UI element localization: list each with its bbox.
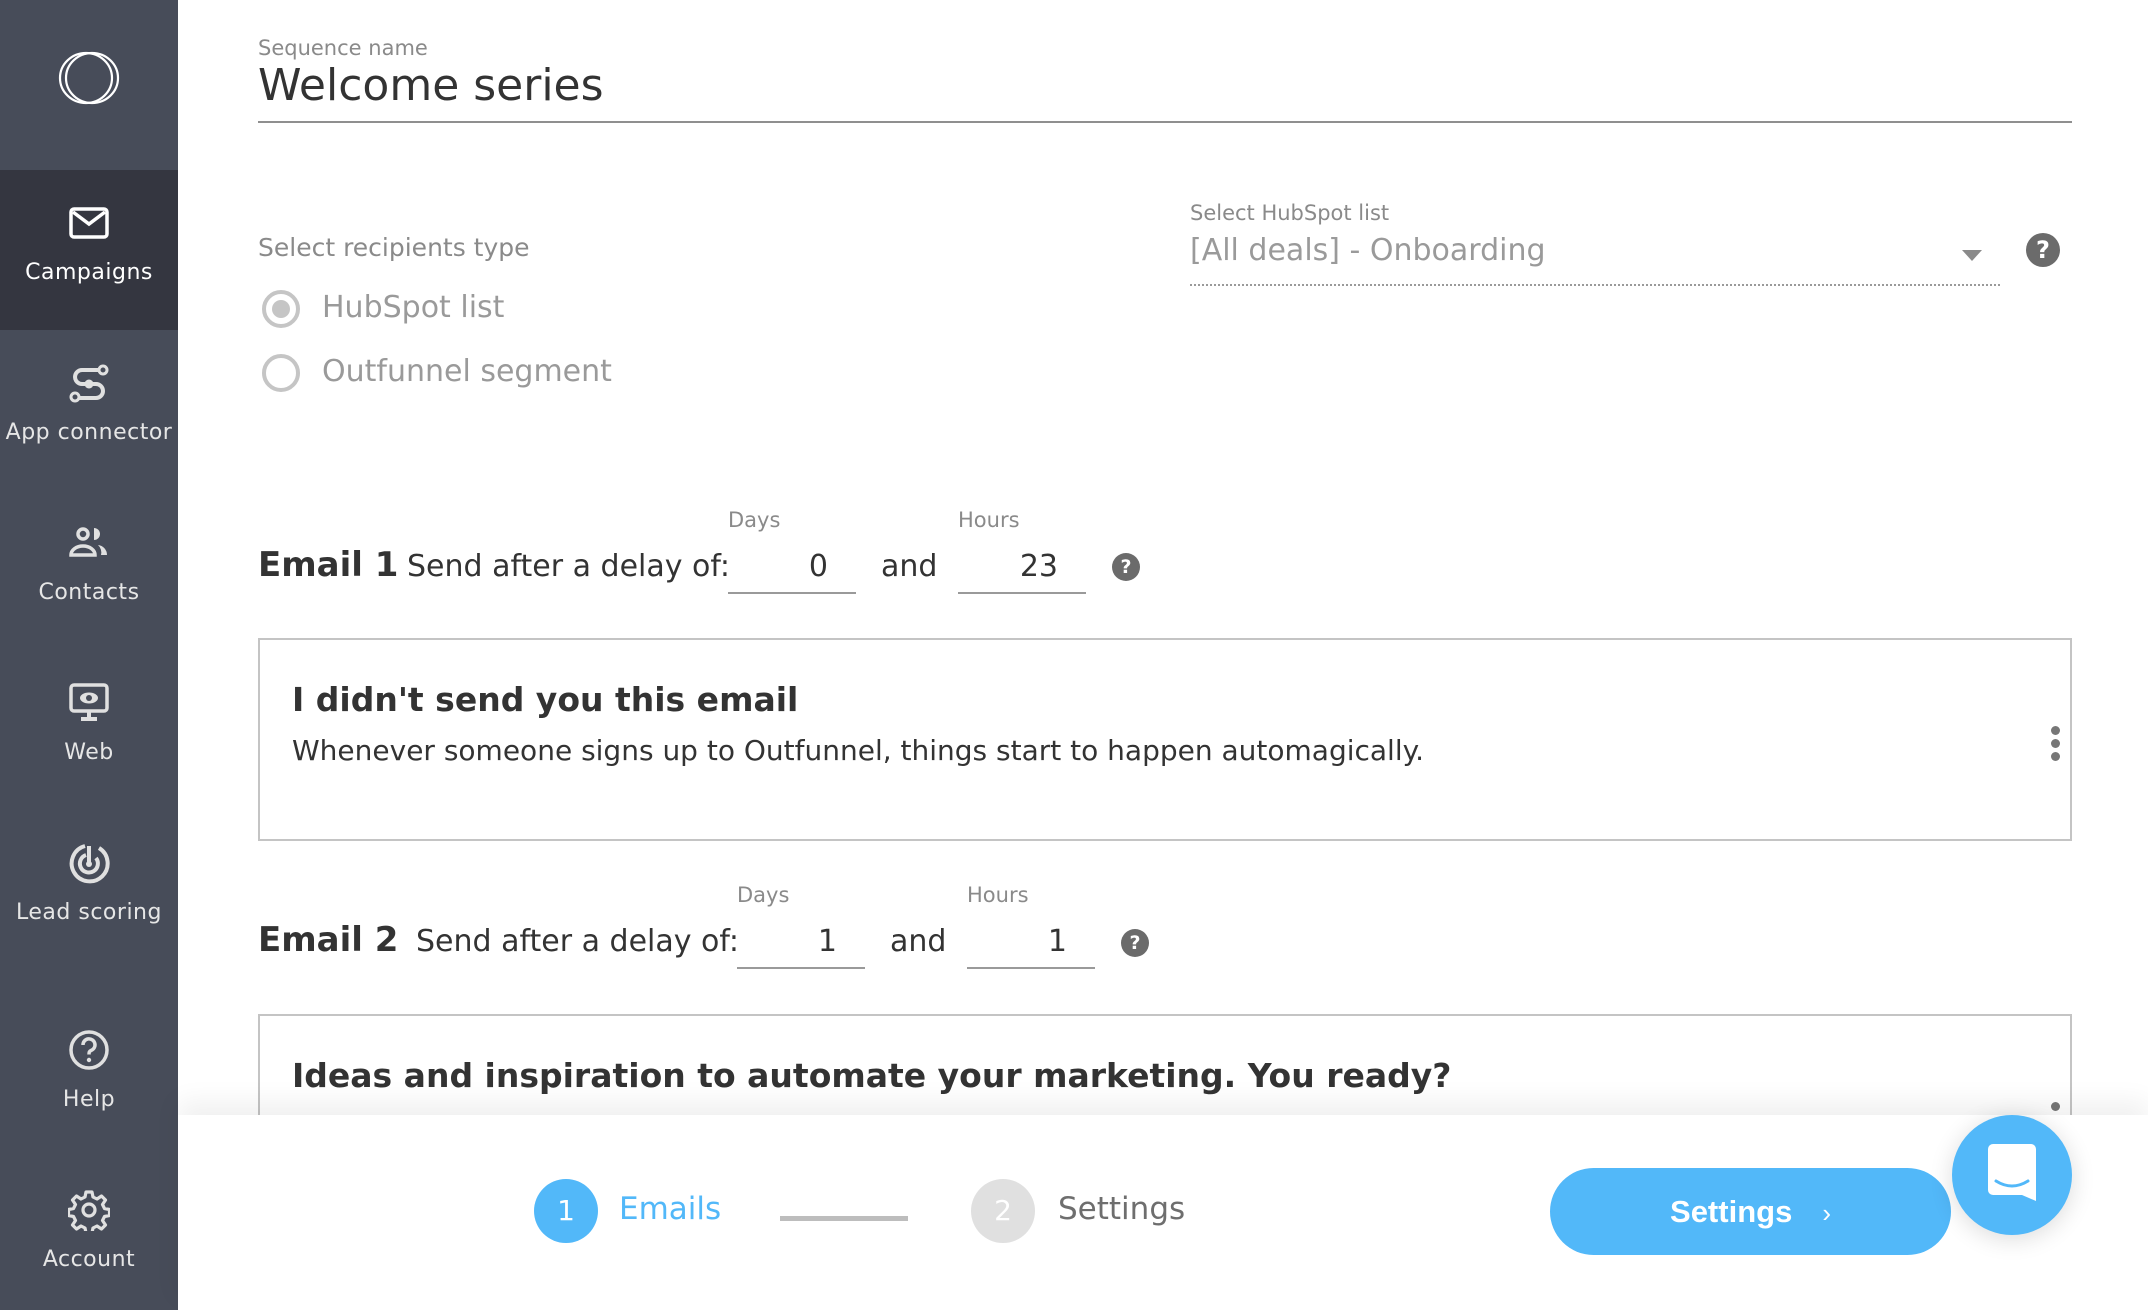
radio-outfunnel-segment[interactable] xyxy=(262,354,300,392)
hubspot-list-help-icon[interactable]: ? xyxy=(2026,233,2060,267)
sidebar-item-contacts[interactable]: Contacts xyxy=(0,490,178,650)
email-2-delay-help-icon[interactable]: ? xyxy=(1121,929,1149,957)
sidebar-item-help[interactable]: Help xyxy=(0,997,178,1157)
email-2-title: Email 2 xyxy=(258,920,399,960)
hubspot-list-value: [All deals] - Onboarding xyxy=(1190,233,1546,268)
step-2-label[interactable]: Settings xyxy=(1058,1191,1185,1227)
email-2-days-label: Days xyxy=(737,883,790,907)
radio-label-outfunnel-segment[interactable]: Outfunnel segment xyxy=(322,354,612,389)
sidebar-item-label: Campaigns xyxy=(25,260,153,285)
email-2-hours-label: Hours xyxy=(967,883,1029,907)
hubspot-list-select[interactable]: [All deals] - Onboarding xyxy=(1190,228,2000,286)
sidebar-item-label: Contacts xyxy=(38,580,140,605)
radio-hubspot-list[interactable] xyxy=(262,290,300,328)
next-settings-button[interactable]: Settings › xyxy=(1550,1168,1951,1255)
sidebar-item-label: Web xyxy=(64,740,114,765)
email-2-hours-input[interactable]: 1 xyxy=(967,919,1095,969)
help-circle-icon xyxy=(69,1030,109,1070)
email-1-subject: I didn't send you this email xyxy=(292,680,799,719)
email-1-days-input[interactable]: 0 xyxy=(728,544,856,594)
email-1-title: Email 1 xyxy=(258,545,399,585)
email-2-subject: Ideas and inspiration to automate your m… xyxy=(292,1056,1452,1095)
sidebar-item-web[interactable]: Web xyxy=(0,650,178,810)
step-1-label[interactable]: Emails xyxy=(619,1191,721,1227)
outfunnel-logo-icon[interactable] xyxy=(48,40,128,120)
sequence-editor: Sequence name Welcome series Select reci… xyxy=(178,0,2148,1310)
hubspot-list-label: Select HubSpot list xyxy=(1190,201,1390,225)
recipients-type-label: Select recipients type xyxy=(258,233,530,262)
step-2-badge[interactable]: 2 xyxy=(971,1179,1035,1243)
dropdown-arrow-icon xyxy=(1962,250,1982,261)
monitor-eye-icon xyxy=(69,683,109,721)
email-2-and-text: and xyxy=(890,924,947,959)
sidebar-item-campaigns[interactable]: Campaigns xyxy=(0,170,178,330)
connector-icon xyxy=(69,364,109,403)
email-1-hours-input[interactable]: 23 xyxy=(958,544,1086,594)
chat-icon xyxy=(1988,1144,2036,1201)
email-1-hours-label: Hours xyxy=(958,508,1020,532)
step-1-badge[interactable]: 1 xyxy=(534,1179,598,1243)
sidebar-item-account[interactable]: Account xyxy=(0,1157,178,1310)
sidebar-item-label: App connector xyxy=(5,420,173,445)
chevron-right-icon: › xyxy=(1822,1198,1831,1228)
sidebar-item-label: Help xyxy=(62,1087,116,1112)
sidebar-item-label: Account xyxy=(42,1247,136,1272)
chat-launcher-button[interactable] xyxy=(1952,1115,2072,1235)
sidebar-item-label: Lead scoring xyxy=(16,900,162,925)
sequence-name-underline xyxy=(258,121,2072,123)
sequence-name-label: Sequence name xyxy=(258,36,428,60)
email-1-preview: Whenever someone signs up to Outfunnel, … xyxy=(292,734,1425,767)
sidebar: Campaigns App connector Contacts Web Lea… xyxy=(0,0,178,1310)
email-1-delay-help-icon[interactable]: ? xyxy=(1112,553,1140,581)
email-1-and-text: and xyxy=(881,549,938,584)
gear-icon xyxy=(68,1190,110,1231)
sidebar-item-lead-scoring[interactable]: Lead scoring xyxy=(0,810,178,970)
email-1-more-menu-icon[interactable] xyxy=(2045,726,2065,766)
radio-label-hubspot-list[interactable]: HubSpot list xyxy=(322,290,504,325)
sidebar-item-app-connector[interactable]: App connector xyxy=(0,330,178,490)
email-2-days-input[interactable]: 1 xyxy=(737,919,865,969)
contacts-icon xyxy=(69,527,108,557)
sequence-name-input[interactable]: Welcome series xyxy=(258,60,604,111)
step-connector-line xyxy=(780,1216,908,1221)
target-icon xyxy=(69,844,110,884)
email-1-delay-text: Send after a delay of: xyxy=(407,549,730,584)
email-1-days-label: Days xyxy=(728,508,781,532)
envelope-icon xyxy=(69,207,109,239)
email-2-delay-text: Send after a delay of: xyxy=(416,924,739,959)
wizard-footer: 1 Emails 2 Settings Settings › xyxy=(178,1115,2148,1310)
email-1-card[interactable]: I didn't send you this email Whenever so… xyxy=(258,638,2072,841)
next-button-label: Settings xyxy=(1670,1194,1793,1229)
